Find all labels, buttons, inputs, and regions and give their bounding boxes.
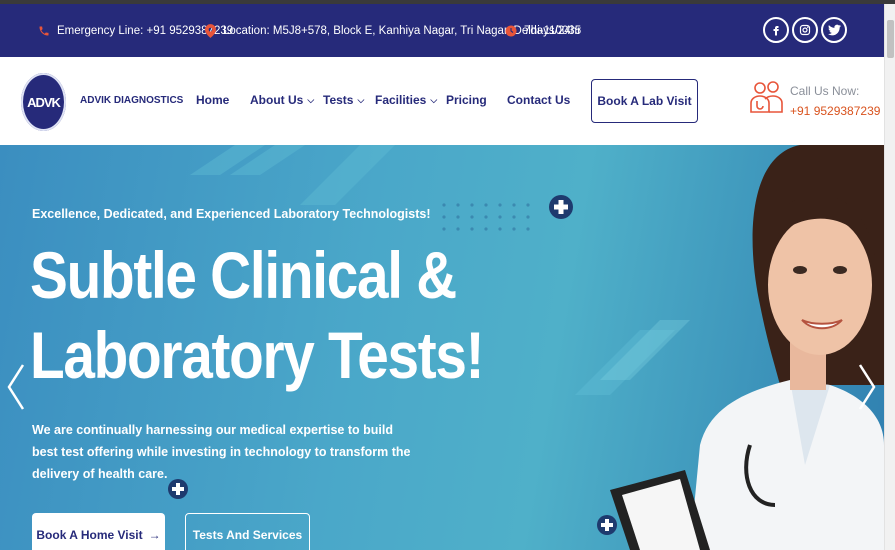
nav-pricing[interactable]: Pricing (446, 93, 487, 107)
book-lab-visit-button[interactable]: Book A Lab Visit (591, 79, 698, 123)
slider-next-arrow-icon[interactable] (857, 363, 877, 411)
chevron-down-icon: ⌵ (430, 94, 438, 105)
hero-tagline: Excellence, Dedicated, and Experienced L… (32, 207, 431, 221)
call-number[interactable]: +91 9529387239 (790, 104, 880, 118)
book-home-visit-label: Book A Home Visit (36, 528, 143, 542)
scrollbar-thumb[interactable] (887, 20, 894, 58)
clock-icon (505, 25, 517, 36)
emergency-line[interactable]: Emergency Line: +91 9529387239 (38, 4, 233, 57)
doctors-icon (750, 81, 783, 113)
hero-description: We are continually harnessing our medica… (32, 423, 411, 481)
chevron-down-icon: ⌵ (307, 94, 315, 105)
brand-logo[interactable]: ADVK (21, 73, 66, 131)
tests-and-services-button[interactable]: Tests And Services (185, 513, 310, 550)
main-header: ADVK ADVIK DIAGNOSTICS Home About Us ⌵ Te… (0, 57, 884, 145)
nav-facilities-label: Facilities (375, 93, 427, 107)
nav-about-label: About Us (250, 93, 304, 107)
facebook-icon[interactable] (763, 17, 789, 43)
doctor-image (610, 145, 884, 550)
hours-text: 7days/24hr (524, 24, 581, 37)
instagram-icon[interactable] (792, 17, 818, 43)
page-scrollbar[interactable] (884, 4, 895, 550)
phone-icon (39, 26, 49, 35)
hero-headline-line2: Laboratory Tests! (30, 318, 485, 392)
location-pin-icon (205, 23, 216, 38)
twitter-icon[interactable] (821, 17, 847, 43)
top-info-bar: Emergency Line: +91 9529387239 Location:… (0, 4, 884, 57)
chevron-down-icon: ⌵ (357, 94, 365, 105)
nav-tests-label: Tests (323, 93, 354, 107)
arrow-right-icon: → (148, 528, 161, 542)
hours-info: 7days/24hr (505, 4, 581, 57)
nav-tests[interactable]: Tests ⌵ (323, 93, 364, 107)
nav-pricing-label: Pricing (446, 93, 487, 107)
nav-about[interactable]: About Us ⌵ (250, 93, 314, 107)
hero-headline-line1: Subtle Clinical & (30, 238, 457, 312)
book-home-visit-button[interactable]: Book A Home Visit → (32, 513, 165, 550)
call-label: Call Us Now: (790, 84, 860, 98)
brand-name[interactable]: ADVIK DIAGNOSTICS (80, 95, 183, 106)
nav-facilities[interactable]: Facilities ⌵ (375, 93, 437, 107)
logo-monogram: ADVK (27, 94, 61, 110)
nav-contact-label: Contact Us (507, 93, 571, 107)
nav-home[interactable]: Home (196, 93, 229, 107)
nav-home-label: Home (196, 93, 230, 107)
nav-contact[interactable]: Contact Us (507, 93, 570, 107)
slider-prev-arrow-icon[interactable] (6, 363, 26, 411)
hero-slider: Excellence, Dedicated, and Experienced L… (0, 145, 884, 550)
